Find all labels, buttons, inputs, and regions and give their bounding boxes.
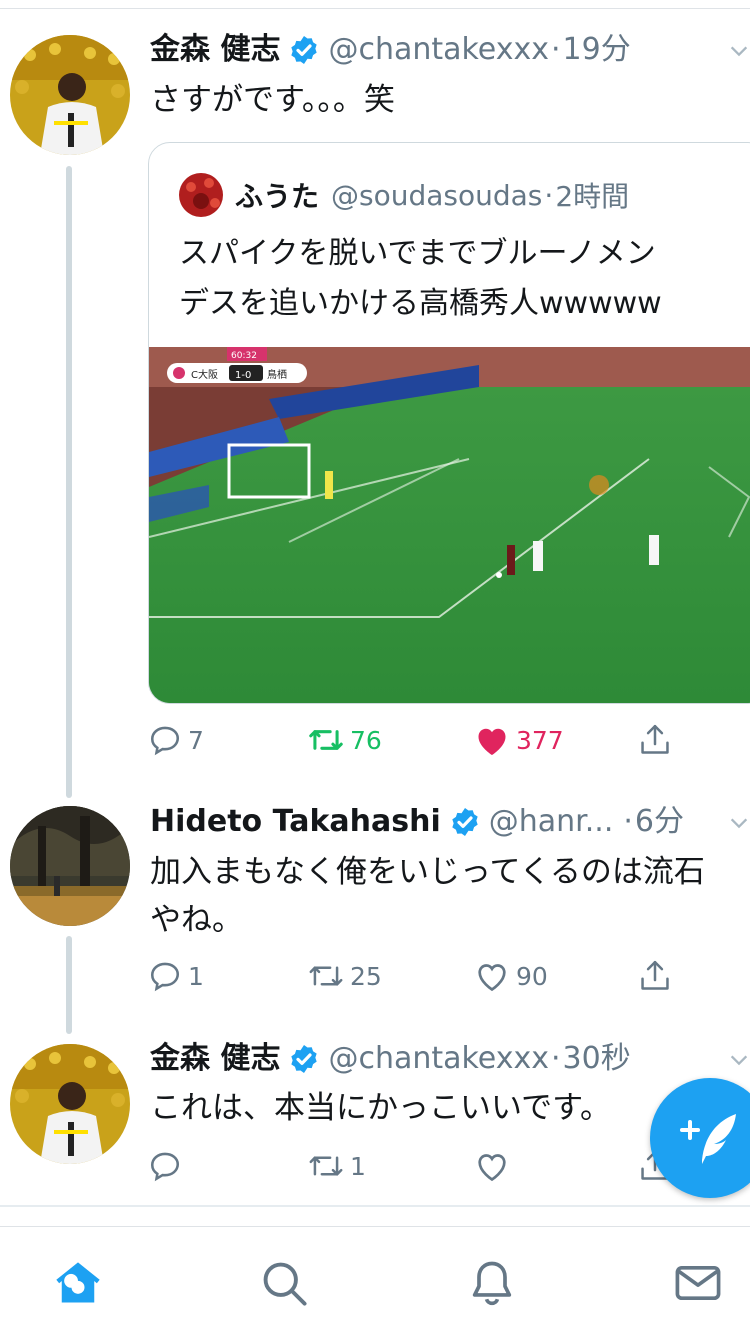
retweet-count: 76 <box>350 725 382 755</box>
bell-icon <box>472 1261 512 1306</box>
handle: @chantakexxx <box>328 32 549 67</box>
tab-home[interactable] <box>52 1257 104 1309</box>
reply-button[interactable] <box>148 1144 188 1188</box>
home-icon <box>56 1262 100 1303</box>
tweet-text: さすがです。。。笑 <box>150 82 395 118</box>
like-count: 90 <box>516 961 548 991</box>
handle: @chantakexxx <box>328 1041 549 1076</box>
quote-text-line: デスを追いかける高橋秀人wwwww <box>179 286 662 321</box>
timestamp: 30秒 <box>562 1041 631 1076</box>
quote-text: スパイクを脱いでまでブルーノメン デスを追いかける高橋秀人wwwww <box>179 229 750 329</box>
reply-icon <box>150 1152 180 1182</box>
reply-button[interactable]: 1 <box>148 954 204 998</box>
separator-dot: · <box>544 178 554 212</box>
mail-icon <box>675 1265 721 1301</box>
display-name[interactable]: 金森 健志 <box>150 1039 280 1079</box>
retweet-button[interactable]: 25 <box>308 954 382 998</box>
share-button[interactable] <box>638 954 672 998</box>
verified-badge-icon <box>291 36 318 64</box>
tweet-actions: 1 <box>148 1144 708 1188</box>
retweet-count: 1 <box>350 1151 366 1181</box>
tweet-text-line: 加入まもなく俺をいじってくるのは流石 <box>150 854 705 890</box>
handle: @soudasoudas <box>331 178 543 212</box>
thread-line <box>66 936 72 1034</box>
avatar <box>179 173 223 217</box>
reply-count: 7 <box>188 725 204 755</box>
display-name[interactable]: Hideto Takahashi <box>150 802 441 842</box>
tweet-actions: 7 76 377 <box>148 718 708 762</box>
timestamp: 6分 <box>634 804 684 839</box>
reply-count: 1 <box>188 961 204 991</box>
chevron-down-icon[interactable] <box>728 1049 750 1071</box>
reply-button[interactable]: 7 <box>148 718 204 762</box>
heart-filled-icon <box>478 728 506 755</box>
like-button[interactable]: 377 <box>474 718 564 762</box>
soccer-pitch-image: 60:32 C大阪 1-0 鳥栖 <box>149 347 750 703</box>
top-divider <box>0 8 750 9</box>
avatar[interactable] <box>10 35 130 155</box>
match-clock: 60:32 <box>231 351 257 361</box>
like-button[interactable]: 90 <box>474 954 548 998</box>
tab-search[interactable] <box>258 1257 310 1309</box>
share-icon <box>641 960 669 990</box>
retweet-icon <box>309 966 343 986</box>
timeline-end-divider <box>0 1205 750 1207</box>
compose-tweet-button[interactable] <box>650 1078 750 1198</box>
timestamp: 2時間 <box>555 180 630 213</box>
like-count: 377 <box>516 725 564 755</box>
retweet-count: 25 <box>350 961 382 991</box>
reply-icon <box>150 726 180 756</box>
display-name: ふうた <box>235 180 320 213</box>
tweet-text-line: やね。 <box>150 902 243 938</box>
tweet-header: Hideto Takahashi @hanr... · 6分 <box>150 802 684 842</box>
share-icon <box>641 724 669 754</box>
avatar[interactable] <box>10 806 130 926</box>
retweet-icon <box>309 1156 343 1176</box>
away-team: 鳥栖 <box>267 368 287 381</box>
tab-notifications[interactable] <box>466 1257 518 1309</box>
separator-dot: · <box>551 32 561 67</box>
verified-badge-icon <box>452 808 478 836</box>
display-name[interactable]: 金森 健志 <box>150 30 280 70</box>
share-button[interactable] <box>638 718 672 762</box>
quote-header: ふうた @soudasoudas · 2時間 <box>235 175 629 215</box>
compose-feather-icon <box>680 1114 736 1164</box>
retweet-button[interactable]: 1 <box>308 1144 366 1188</box>
quote-text-line: スパイクを脱いでまでブルーノメン <box>179 236 656 271</box>
tab-messages[interactable] <box>672 1257 724 1309</box>
separator-dot: · <box>551 1041 561 1076</box>
chevron-down-icon[interactable] <box>728 40 750 62</box>
video-thumbnail[interactable]: 60:32 C大阪 1-0 鳥栖 <box>149 347 750 703</box>
search-icon <box>263 1262 307 1306</box>
match-score: 1-0 <box>235 370 251 381</box>
reply-icon <box>150 962 180 992</box>
tweet-header: 金森 健志 @chantakexxx · 19分 <box>150 30 631 70</box>
bottom-tab-bar <box>0 1226 750 1335</box>
tweet-text: 加入まもなく俺をいじってくるのは流石 やね。 <box>150 848 745 944</box>
chevron-down-icon[interactable] <box>728 812 750 834</box>
heart-icon <box>478 1154 506 1182</box>
thread-line <box>66 166 72 798</box>
verified-badge-icon <box>291 1045 318 1073</box>
retweet-icon <box>309 730 343 750</box>
home-team: C大阪 <box>191 368 218 381</box>
handle: @hanr... <box>488 804 614 839</box>
separator-dot: · <box>623 804 633 839</box>
quoted-tweet[interactable]: ふうた @soudasoudas · 2時間 スパイクを脱いでまでブルーノメン … <box>148 142 750 704</box>
retweet-button[interactable]: 76 <box>308 718 382 762</box>
avatar[interactable] <box>10 1044 130 1164</box>
like-button[interactable] <box>474 1144 516 1188</box>
tweet-actions: 1 25 90 <box>148 954 708 998</box>
timestamp: 19分 <box>562 32 631 67</box>
tweet-header: 金森 健志 @chantakexxx · 30秒 <box>150 1039 631 1079</box>
heart-icon <box>478 964 506 992</box>
